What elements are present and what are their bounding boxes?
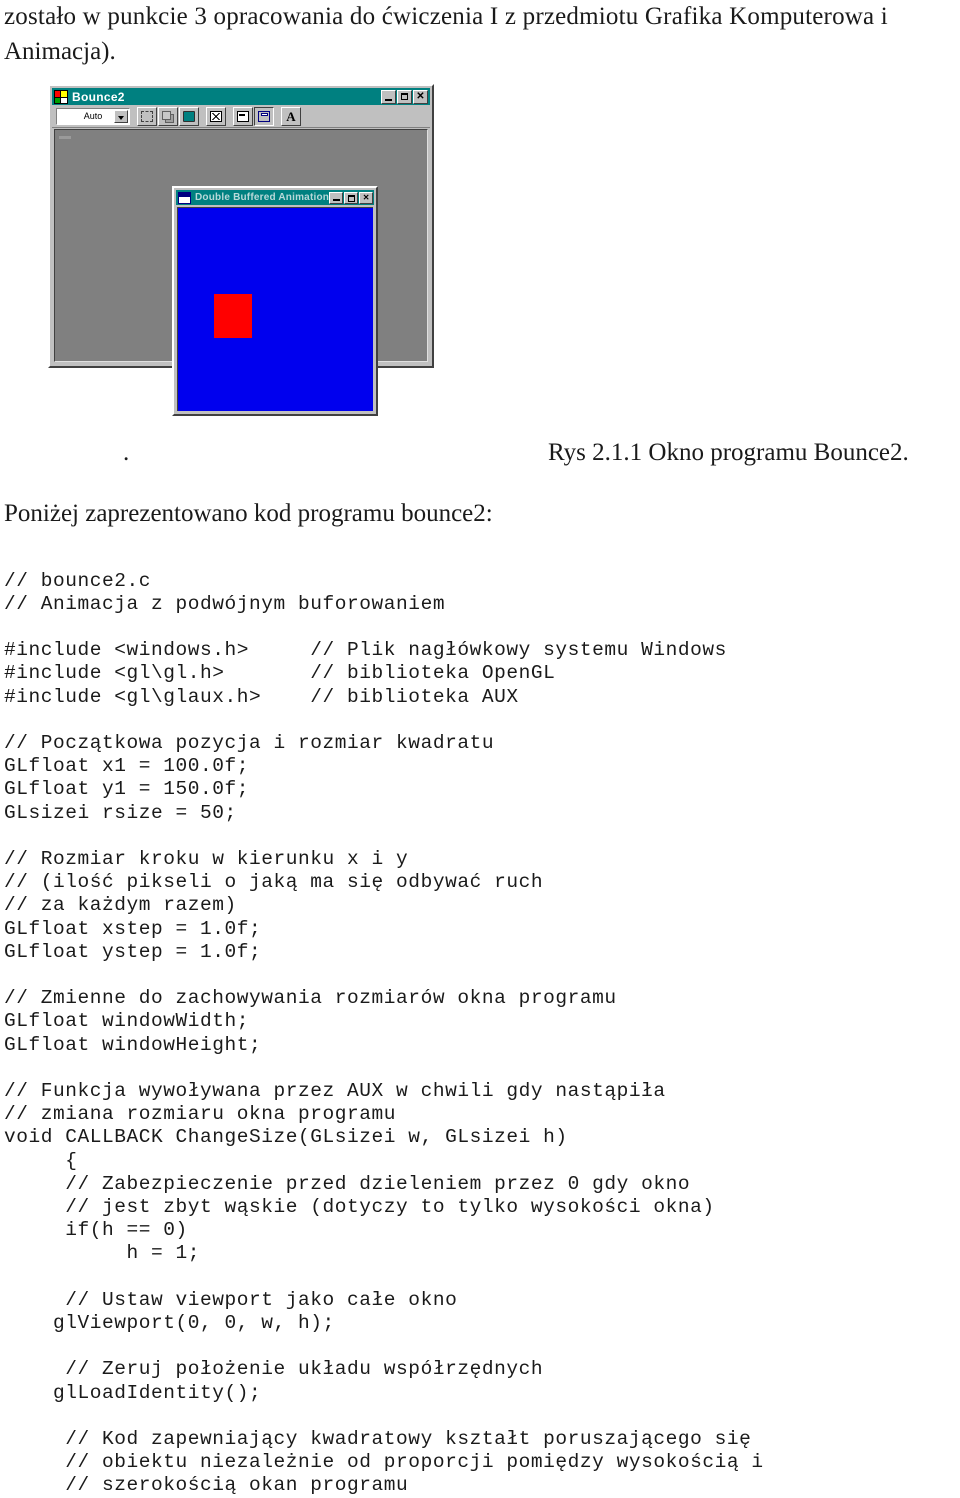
code-line: // Zmienne do zachowywania rozmiarów okn… (4, 987, 617, 1010)
code-line: GLsizei rsize = 50; (4, 801, 237, 824)
child-window-double-buffered-animation: Double Buffered Animation ✕ (172, 186, 378, 416)
text-tool-icon: A (286, 108, 296, 124)
code-line: // (ilość pikseli o jaką ma się odbywać … (4, 871, 544, 894)
close-button[interactable]: ✕ (413, 89, 428, 104)
zoom-mode-value: Auto (83, 111, 103, 121)
code-line: // za każdym razem) (4, 894, 237, 917)
child-window-titlebar: Double Buffered Animation ✕ (176, 190, 374, 205)
fit-to-window-icon (210, 110, 222, 122)
zoom-mode-combobox[interactable]: Auto (56, 107, 130, 125)
copy-button[interactable] (158, 106, 178, 126)
below-figure-paragraph: Poniżej zaprezentowano kod programu boun… (4, 500, 493, 527)
select-region-icon (141, 110, 153, 122)
window-controls: ✕ (381, 89, 428, 104)
code-line: { (4, 1149, 78, 1172)
animated-red-square (214, 294, 252, 338)
code-line: void CALLBACK ChangeSize(GLsizei w, GLsi… (4, 1126, 568, 1149)
figure-screenshot-bounce2: Bounce2 ✕ Auto A Double Buffered Animati… (48, 84, 438, 416)
code-line: h = 1; (4, 1242, 201, 1265)
code-line: GLfloat windowHeight; (4, 1033, 262, 1056)
code-line: // szerokością okan programu (4, 1474, 409, 1497)
child-window-title: Double Buffered Animation (195, 192, 330, 203)
app-palette-icon (54, 89, 68, 104)
code-line: // obiektu niezależnie od proporcji pomi… (4, 1451, 764, 1474)
code-line: #include <gl\glaux.h> // biblioteka AUX (4, 685, 519, 708)
properties-button[interactable] (233, 106, 253, 126)
figure-caption: Rys 2.1.1 Okno programu Bounce2. (548, 439, 909, 466)
properties-icon (237, 110, 249, 122)
code-line: GLfloat y1 = 150.0f; (4, 778, 250, 801)
window-title: Bounce2 (72, 89, 125, 104)
opengl-canvas (177, 207, 373, 411)
code-line: // Animacja z podwójnym buforowaniem (4, 592, 446, 615)
code-line: // Zabezpieczenie przed dzieleniem przez… (4, 1172, 691, 1195)
paste-icon (183, 110, 195, 122)
paste-button[interactable] (179, 106, 199, 126)
print-icon (258, 110, 270, 122)
window-toolbar: Auto A (52, 105, 430, 128)
code-line: // jest zbyt wąskie (dotyczy to tylko wy… (4, 1195, 715, 1218)
code-line: // Początkowa pozycja i rozmiar kwadratu (4, 731, 495, 754)
code-line: // Ustaw viewport jako całe okno (4, 1288, 458, 1311)
copy-icon (162, 110, 171, 120)
chevron-down-icon[interactable] (114, 109, 128, 123)
code-line: // Zeruj położenie układu współrzędnych (4, 1358, 544, 1381)
minimize-button[interactable] (381, 89, 396, 104)
code-line: // Funkcja wywoływana przez AUX w chwili… (4, 1079, 666, 1102)
code-line: // zmiana rozmiaru okna programu (4, 1103, 397, 1126)
code-listing: // bounce2.c// Animacja z podwójnym bufo… (4, 570, 956, 1498)
child-maximize-button[interactable] (344, 191, 359, 204)
code-line: #include <gl\gl.h> // biblioteka OpenGL (4, 662, 556, 685)
stray-period: . (123, 439, 130, 466)
code-line: GLfloat windowWidth; (4, 1010, 250, 1033)
window-titlebar: Bounce2 ✕ (52, 88, 430, 105)
child-window-controls: ✕ (329, 191, 374, 204)
fit-to-window-button[interactable] (206, 106, 226, 126)
child-close-button[interactable]: ✕ (359, 191, 374, 204)
select-region-button[interactable] (137, 106, 157, 126)
intro-paragraph-line-1: zostało w punkcie 3 opracowania do ćwicz… (4, 3, 888, 30)
code-line: // Rozmiar kroku w kierunku x i y (4, 847, 409, 870)
code-line: // bounce2.c (4, 569, 152, 592)
code-line: GLfloat xstep = 1.0f; (4, 917, 262, 940)
code-line: #include <windows.h> // Plik nagłówkowy … (4, 639, 727, 662)
intro-paragraph-line-2: Animacja). (4, 38, 116, 65)
code-line: if(h == 0) (4, 1219, 188, 1242)
maximize-button[interactable] (397, 89, 412, 104)
window-document-icon (178, 191, 191, 204)
child-minimize-button[interactable] (329, 191, 344, 204)
code-line: GLfloat ystep = 1.0f; (4, 940, 262, 963)
text-tool-button[interactable]: A (281, 106, 301, 126)
code-line: glLoadIdentity(); (4, 1381, 262, 1404)
code-line: GLfloat x1 = 100.0f; (4, 755, 250, 778)
code-line: glViewport(0, 0, w, h); (4, 1312, 335, 1334)
client-area-marker (59, 136, 71, 139)
code-line: // Kod zapewniający kwadratowy kształt p… (4, 1428, 752, 1451)
print-button[interactable] (254, 106, 274, 126)
